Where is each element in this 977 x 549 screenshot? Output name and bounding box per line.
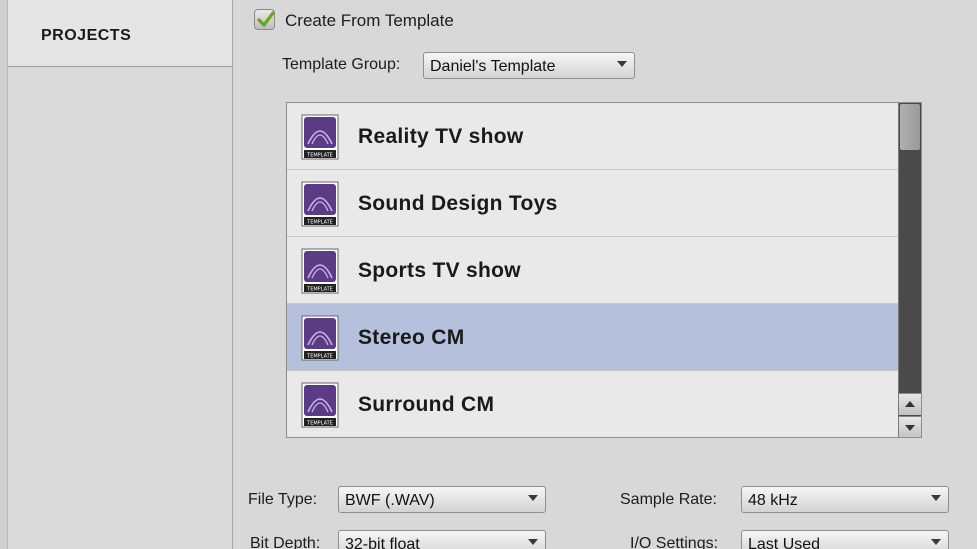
template-file-icon: TEMPLATE [301,114,339,160]
template-file-icon: TEMPLATE [301,315,339,361]
checkmark-icon [257,11,275,27]
scroll-up-button[interactable] [899,393,921,415]
template-list[interactable]: TEMPLATE Reality TV show TEMPLATE Sound … [286,102,922,438]
main-panel: Create From Template Template Group: Dan… [234,0,977,549]
arrow-down-icon [905,425,915,431]
template-name: Stereo CM [358,326,465,349]
file-type-label: File Type: [248,491,318,508]
icon-caption: TEMPLATE [306,354,333,360]
icon-caption: TEMPLATE [306,220,333,226]
arrow-up-icon [905,401,915,407]
template-group-value: Daniel's Template [430,58,556,75]
bit-depth-select[interactable]: 32-bit float [338,530,546,549]
file-type-select[interactable]: BWF (.WAV) [338,486,546,513]
sidebar-item-projects[interactable]: PROJECTS [8,0,232,67]
create-from-template-label[interactable]: Create From Template [285,11,454,31]
chevron-down-icon [617,61,627,67]
sample-rate-select[interactable]: 48 kHz [741,486,949,513]
scroll-down-button[interactable] [899,416,921,437]
list-item[interactable]: TEMPLATE Surround CM [287,371,898,437]
scrollbar-thumb[interactable] [900,104,920,150]
sidebar: PROJECTS [0,0,233,549]
template-name: Reality TV show [358,125,524,148]
sidebar-edge [0,0,8,549]
template-file-icon: TEMPLATE [301,181,339,227]
template-group-select[interactable]: Daniel's Template [423,52,635,79]
icon-caption: TEMPLATE [306,153,333,159]
chevron-down-icon [528,495,538,501]
template-name: Surround CM [358,393,495,416]
template-file-icon: TEMPLATE [301,382,339,428]
file-type-value: BWF (.WAV) [345,492,435,509]
chevron-down-icon [931,539,941,545]
template-name: Sports TV show [358,259,521,282]
icon-caption: TEMPLATE [306,287,333,293]
create-from-template-checkbox[interactable] [254,9,275,30]
list-item[interactable]: TEMPLATE Sound Design Toys [287,170,898,237]
bit-depth-value: 32-bit float [345,536,420,549]
sample-rate-value: 48 kHz [748,492,798,509]
sidebar-item-label: PROJECTS [41,27,132,44]
list-item-selected[interactable]: TEMPLATE Stereo CM [287,304,898,371]
bit-depth-label: Bit Depth: [250,535,321,549]
list-item[interactable]: TEMPLATE Sports TV show [287,237,898,304]
io-settings-value: Last Used [748,536,821,549]
template-group-label: Template Group: [282,56,401,73]
icon-caption: TEMPLATE [306,421,333,427]
vertical-scrollbar[interactable] [898,103,921,437]
chevron-down-icon [528,539,538,545]
template-name: Sound Design Toys [358,192,558,215]
list-item[interactable]: TEMPLATE Reality TV show [287,103,898,170]
io-settings-select[interactable]: Last Used [741,530,949,549]
chevron-down-icon [931,495,941,501]
dashboard-window: PROJECTS Create From Template Template G… [0,0,977,549]
io-settings-label: I/O Settings: [630,535,719,549]
template-file-icon: TEMPLATE [301,248,339,294]
sample-rate-label: Sample Rate: [620,491,717,508]
